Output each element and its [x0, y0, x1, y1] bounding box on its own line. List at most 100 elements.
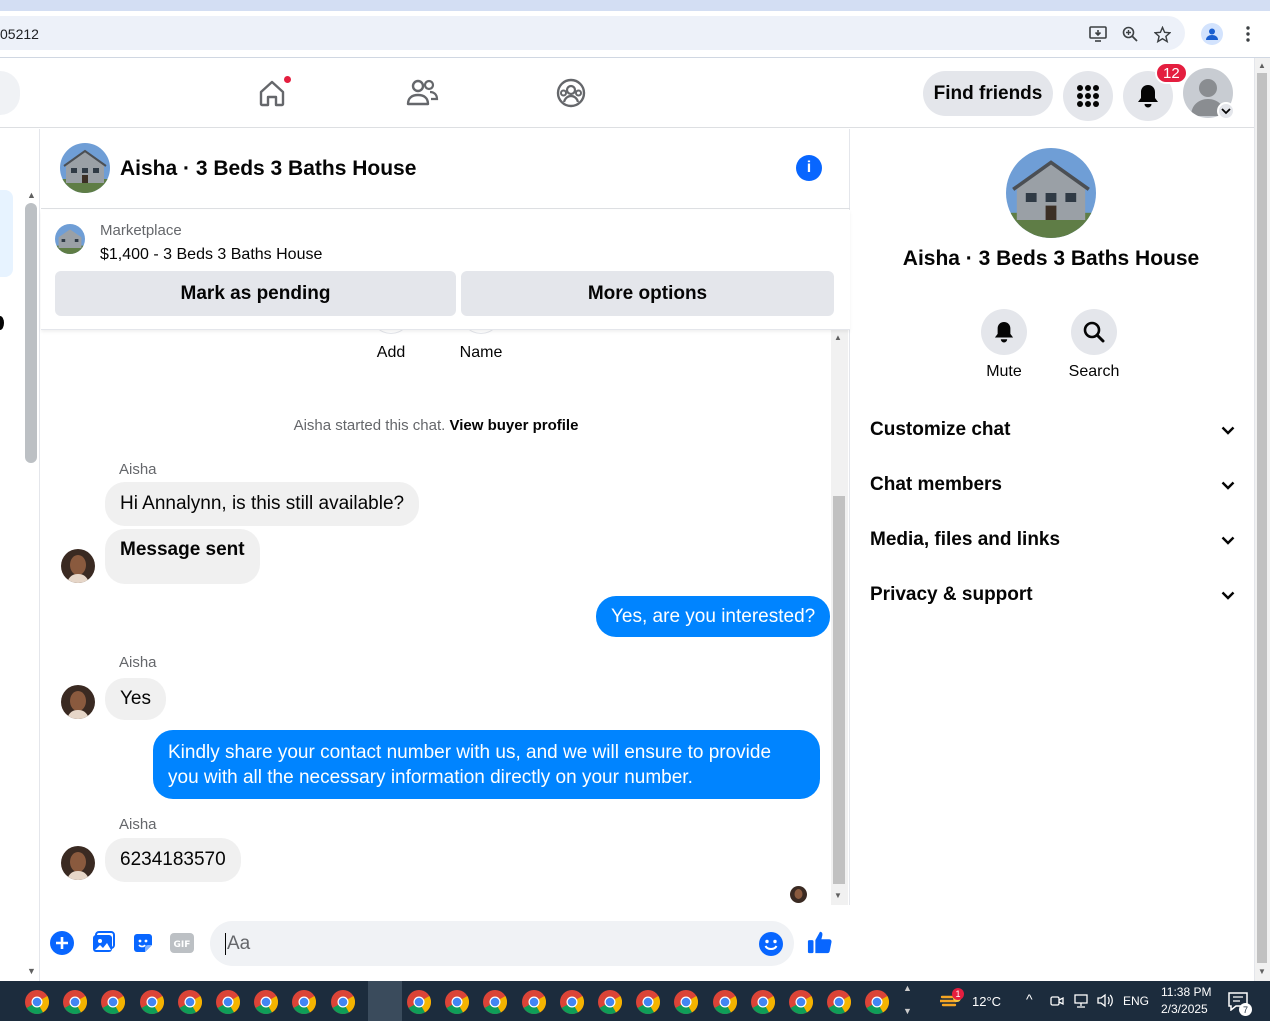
page-scroll-down-icon[interactable]: ▼ [1258, 967, 1266, 976]
sidebar-scrollbar[interactable] [25, 203, 37, 463]
taskbar-chrome-icon[interactable] [788, 989, 814, 1015]
mark-as-pending-button[interactable]: Mark as pending [55, 271, 456, 316]
network-icon[interactable] [1073, 994, 1089, 1013]
volume-icon[interactable] [1097, 993, 1113, 1013]
taskbar-chrome-icon[interactable] [521, 989, 547, 1015]
media-files-links-section[interactable]: Media, files and links [870, 520, 1235, 560]
install-app-icon[interactable] [1087, 23, 1109, 45]
weather-temp[interactable]: 12°C [972, 994, 1001, 1009]
name-label[interactable]: Name [451, 344, 511, 362]
search-field-stub[interactable] [0, 71, 20, 115]
mute-bell-icon[interactable] [981, 309, 1027, 355]
profile-icon[interactable] [1201, 23, 1223, 45]
find-friends-button[interactable]: Find friends [923, 71, 1053, 116]
system-tray: 1 12°C ^ ENG 11:38 PM 2/3/2025 7 [915, 981, 1270, 1021]
sender-avatar[interactable] [61, 846, 95, 880]
groups-icon[interactable] [551, 73, 591, 113]
incoming-message[interactable]: Hi Annalynn, is this still available? [105, 482, 420, 526]
account-chevron-down-icon[interactable] [1217, 102, 1235, 120]
mute-button[interactable]: Mute [959, 309, 1049, 381]
windows-taskbar: ▲ ▼ 1 12°C ^ ENG 11:38 PM 2/3/2025 7 [0, 981, 1270, 1021]
add-button-circle[interactable] [371, 330, 411, 334]
taskbar-chrome-icon[interactable] [864, 989, 890, 1015]
taskbar-chrome-icon[interactable] [215, 989, 241, 1015]
menu-grid-icon[interactable] [1063, 71, 1113, 121]
message-composer: GIF Aa [41, 905, 850, 981]
sender-avatar[interactable] [61, 549, 95, 583]
chat-members-section[interactable]: Chat members [870, 465, 1235, 505]
page-scrollbar-thumb[interactable] [1257, 73, 1267, 963]
taskbar-chrome-icon[interactable] [24, 989, 50, 1015]
taskbar-scroll-down-icon[interactable]: ▼ [903, 1006, 912, 1016]
like-thumbs-up-icon[interactable] [807, 929, 833, 955]
scroll-up-arrow-icon[interactable]: ▲ [834, 333, 842, 342]
customize-chat-section[interactable]: Customize chat [870, 410, 1235, 450]
friends-icon[interactable] [402, 73, 442, 113]
listing-profile-photo[interactable] [1006, 148, 1096, 238]
sender-name: Aisha [119, 461, 157, 478]
message-input[interactable]: Aa [210, 921, 794, 966]
meet-now-icon[interactable] [1050, 994, 1064, 1013]
taskbar-chrome-icon[interactable] [291, 989, 317, 1015]
taskbar-scroll-up-icon[interactable]: ▲ [903, 983, 912, 993]
scroll-down-arrow-icon[interactable]: ▼ [834, 891, 842, 900]
taskbar-chrome-icon[interactable] [62, 989, 88, 1015]
gif-icon[interactable]: GIF [169, 930, 195, 956]
sender-name: Aisha [119, 816, 157, 833]
taskbar-chrome-icon[interactable] [139, 989, 165, 1015]
page-scroll-up-icon[interactable]: ▲ [1258, 61, 1266, 70]
info-icon[interactable]: i [796, 155, 822, 181]
sidebar-scroll-down-icon[interactable]: ▼ [27, 966, 36, 976]
sender-avatar[interactable] [61, 685, 95, 719]
taskbar-chrome-icon[interactable] [597, 989, 623, 1015]
listing-title[interactable]: $1,400 - 3 Beds 3 Baths House [100, 246, 322, 264]
address-bar[interactable] [0, 16, 1185, 50]
bookmark-star-icon[interactable] [1151, 23, 1173, 45]
add-label[interactable]: Add [363, 344, 419, 362]
taskbar-chrome-icon[interactable] [482, 989, 508, 1015]
outgoing-message[interactable]: Yes, are you interested? [596, 596, 831, 637]
taskbar-chrome-icon[interactable] [177, 989, 203, 1015]
active-chat-highlight[interactable] [0, 190, 13, 277]
language-indicator[interactable]: ENG [1123, 994, 1149, 1008]
view-buyer-profile-link[interactable]: View buyer profile [449, 417, 578, 434]
add-attachment-icon[interactable] [49, 930, 75, 956]
chat-title[interactable]: Aisha · 3 Beds 3 Baths House [120, 157, 416, 181]
privacy-support-section[interactable]: Privacy & support [870, 575, 1235, 615]
tray-chevron-up-icon[interactable]: ^ [1026, 991, 1033, 1007]
taskbar-chrome-icon[interactable] [253, 989, 279, 1015]
chevron-down-icon [1221, 591, 1235, 600]
taskbar-chrome-icon[interactable] [406, 989, 432, 1015]
chat-panel: Aisha · 3 Beds 3 Baths House i Marketpla… [41, 129, 850, 981]
photo-icon[interactable] [90, 930, 116, 956]
search-icon[interactable] [1071, 309, 1117, 355]
clock-time[interactable]: 11:38 PM [1161, 985, 1211, 999]
sticker-icon[interactable] [130, 930, 156, 956]
taskbar-chrome-icon[interactable] [559, 989, 585, 1015]
taskbar-chrome-icon[interactable] [444, 989, 470, 1015]
message-scrollbar-thumb[interactable] [833, 496, 845, 884]
search-in-chat-button[interactable]: Search [1049, 309, 1139, 381]
incoming-message[interactable]: 6234183570 [105, 838, 241, 882]
taskbar-chrome-icon[interactable] [712, 989, 738, 1015]
taskbar-chrome-icon[interactable] [635, 989, 661, 1015]
emoji-icon[interactable] [758, 931, 784, 957]
chat-started-text: Aisha started this chat. [293, 417, 446, 434]
taskbar-chrome-icon[interactable] [673, 989, 699, 1015]
url-text[interactable]: 05212 [0, 26, 39, 42]
outgoing-message[interactable]: Kindly share your contact number with us… [153, 730, 820, 799]
sidebar-scroll-up-icon[interactable]: ▲ [27, 190, 36, 200]
taskbar-chrome-icon[interactable] [750, 989, 776, 1015]
listing-small-thumbnail[interactable] [55, 224, 85, 254]
taskbar-chrome-icon[interactable] [330, 989, 356, 1015]
listing-thumbnail[interactable] [60, 143, 110, 193]
clock-date[interactable]: 2/3/2025 [1161, 1002, 1208, 1016]
browser-menu-icon[interactable] [1237, 23, 1259, 45]
more-options-button[interactable]: More options [461, 271, 834, 316]
name-button-circle[interactable] [461, 330, 501, 334]
taskbar-chrome-icon[interactable] [100, 989, 126, 1015]
zoom-icon[interactable] [1119, 23, 1141, 45]
taskbar-chrome-icon[interactable] [826, 989, 852, 1015]
message-sent-bubble[interactable]: Message sent [105, 529, 260, 584]
incoming-message[interactable]: Yes [105, 678, 166, 720]
